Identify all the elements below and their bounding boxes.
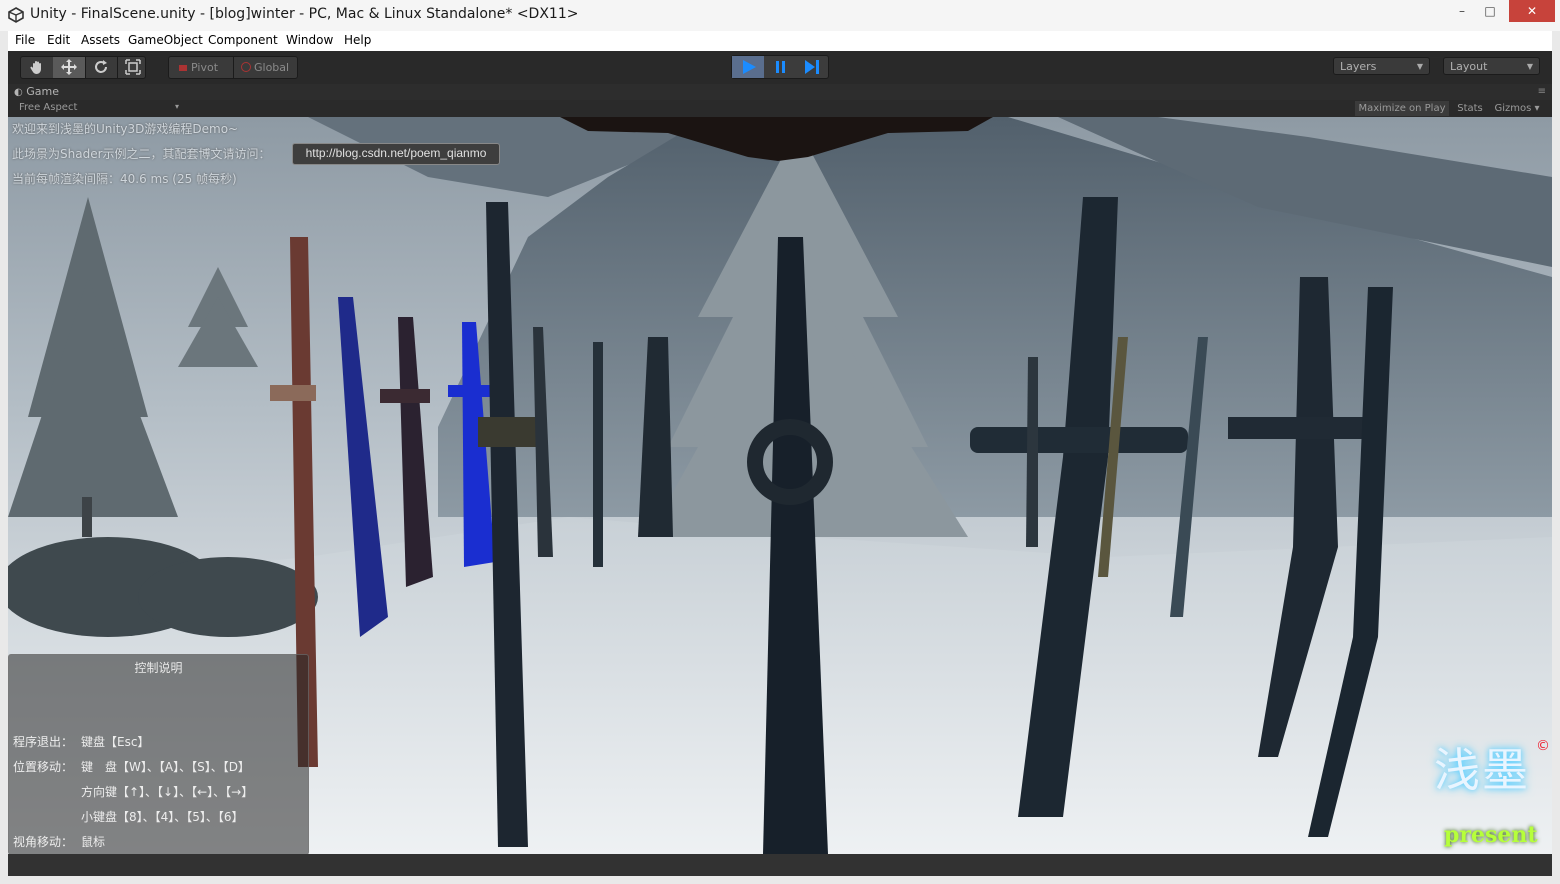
step-icon: [805, 60, 819, 74]
pivot-label: Pivot: [191, 61, 219, 74]
menu-bar: File Edit Assets GameObject Component Wi…: [8, 31, 1552, 51]
move-tool-button[interactable]: [53, 57, 86, 78]
logo-chars: 浅墨: [1434, 743, 1530, 797]
panel-menu-icon[interactable]: ≡: [1538, 86, 1546, 97]
globe-icon: [241, 62, 251, 72]
rotate-tool-button[interactable]: [85, 57, 118, 78]
frame-time-text: 当前每帧渲染间隔：40.6 ms (25 帧每秒): [12, 172, 237, 186]
play-icon: [743, 60, 756, 74]
menu-gameobject[interactable]: GameObject: [128, 33, 203, 47]
welcome-text: 欢迎来到浅墨的Unity3D游戏编程Demo~: [12, 122, 239, 136]
pause-button[interactable]: [764, 56, 796, 78]
menu-file[interactable]: File: [15, 33, 35, 47]
move-label: 位置移动：: [13, 760, 74, 774]
gizmos-dropdown[interactable]: Gizmos ▾: [1490, 101, 1544, 116]
game-view-toolbar: Free Aspect ▾ Maximize on Play Stats Giz…: [8, 100, 1552, 117]
move-icon: [61, 59, 77, 75]
pivot-toggle[interactable]: Pivot: [173, 57, 234, 78]
blog-link-button[interactable]: http://blog.csdn.net/poem_qianmo: [292, 143, 500, 165]
gizmos-label: Gizmos: [1494, 103, 1532, 114]
title-bar: Unity - FinalScene.unity - [blog]winter …: [0, 0, 1560, 31]
layers-label: Layers: [1340, 60, 1377, 73]
unity-logo-icon: [8, 7, 24, 23]
menu-component[interactable]: Component: [208, 33, 278, 47]
layout-dropdown[interactable]: Layout ▼: [1443, 57, 1540, 75]
scale-icon: [125, 59, 141, 75]
close-button[interactable]: ✕: [1509, 0, 1555, 22]
logo-copyright: ©: [1536, 738, 1550, 754]
bushes-left: [8, 537, 318, 637]
pause-icon: [776, 61, 785, 73]
menu-edit[interactable]: Edit: [47, 33, 70, 47]
stats-toggle[interactable]: Stats: [1452, 101, 1488, 116]
sword-dark-3: [593, 342, 603, 567]
qianmo-present-logo: 浅墨 © present: [1430, 734, 1552, 852]
move-numpad: 小键盘【8】、【4】、【5】、【6】: [81, 810, 244, 824]
game-tab-icon: ◐: [14, 87, 23, 98]
move-keys: 键 盘【W】、【A】、【S】、【D】: [81, 760, 250, 774]
pivot-icon: [179, 65, 187, 71]
menu-assets[interactable]: Assets: [81, 33, 120, 47]
menu-help[interactable]: Help: [344, 33, 371, 47]
tab-game-label: Game: [26, 85, 59, 98]
chevron-down-icon: ▾: [1534, 103, 1540, 114]
layout-label: Layout: [1450, 60, 1488, 73]
exit-value: 键盘【Esc】: [81, 735, 150, 749]
game-view[interactable]: 欢迎来到浅墨的Unity3D游戏编程Demo~ 此场景为Shader示例之二，其…: [8, 117, 1552, 854]
scale-tool-button[interactable]: [117, 57, 145, 78]
move-arrows: 方向键【↑】、【↓】、【←】、【→】: [81, 785, 254, 799]
aspect-label: Free Aspect: [19, 102, 78, 113]
tab-game[interactable]: ◐ Game: [14, 85, 59, 98]
logo-present: present: [1444, 822, 1538, 848]
status-bar: [8, 854, 1552, 876]
pivot-group: Pivot Global: [168, 56, 298, 79]
scene-info-text: 此场景为Shader示例之二，其配套博文请访问：: [12, 147, 271, 161]
exit-label: 程序退出：: [13, 735, 74, 749]
help-title: 控制说明: [134, 661, 183, 675]
hand-tool-button[interactable]: [21, 57, 54, 78]
layers-dropdown[interactable]: Layers ▼: [1333, 57, 1430, 75]
window-title: Unity - FinalScene.unity - [blog]winter …: [30, 6, 579, 22]
play-button[interactable]: [732, 56, 764, 78]
play-controls: [731, 55, 829, 79]
global-toggle[interactable]: Global: [235, 57, 297, 78]
sword-far-1: [1026, 357, 1038, 547]
maximize-on-play-toggle[interactable]: Maximize on Play: [1355, 101, 1449, 116]
chevron-down-icon: ▾: [174, 102, 179, 111]
unity-window: Unity - FinalScene.unity - [blog]winter …: [0, 0, 1560, 884]
transform-tools: [20, 56, 146, 79]
chevron-down-icon: ▼: [1416, 62, 1423, 71]
pine-tree-left: [8, 197, 178, 537]
rotate-icon: [95, 60, 107, 73]
minimize-button[interactable]: –: [1448, 0, 1476, 22]
global-label: Global: [254, 61, 290, 74]
menu-window[interactable]: Window: [286, 33, 333, 47]
step-button[interactable]: [796, 56, 828, 78]
view-label: 视角移动：: [13, 835, 74, 849]
chevron-down-icon: ▼: [1526, 62, 1533, 71]
hand-icon: [30, 61, 41, 74]
aspect-dropdown[interactable]: Free Aspect ▾: [19, 102, 179, 113]
maximize-button[interactable]: □: [1476, 0, 1504, 22]
help-panel: 控制说明 程序退出： 键盘【Esc】 位置移动： 键 盘【W】、【A】、【S】、…: [8, 654, 309, 854]
view-value: 鼠标: [81, 835, 106, 849]
pine-tree-small: [178, 267, 258, 367]
toolbar: Pivot Global Layers ▼ Layout ▼: [8, 51, 1552, 84]
game-tab-strip: ◐ Game ≡: [8, 84, 1552, 100]
